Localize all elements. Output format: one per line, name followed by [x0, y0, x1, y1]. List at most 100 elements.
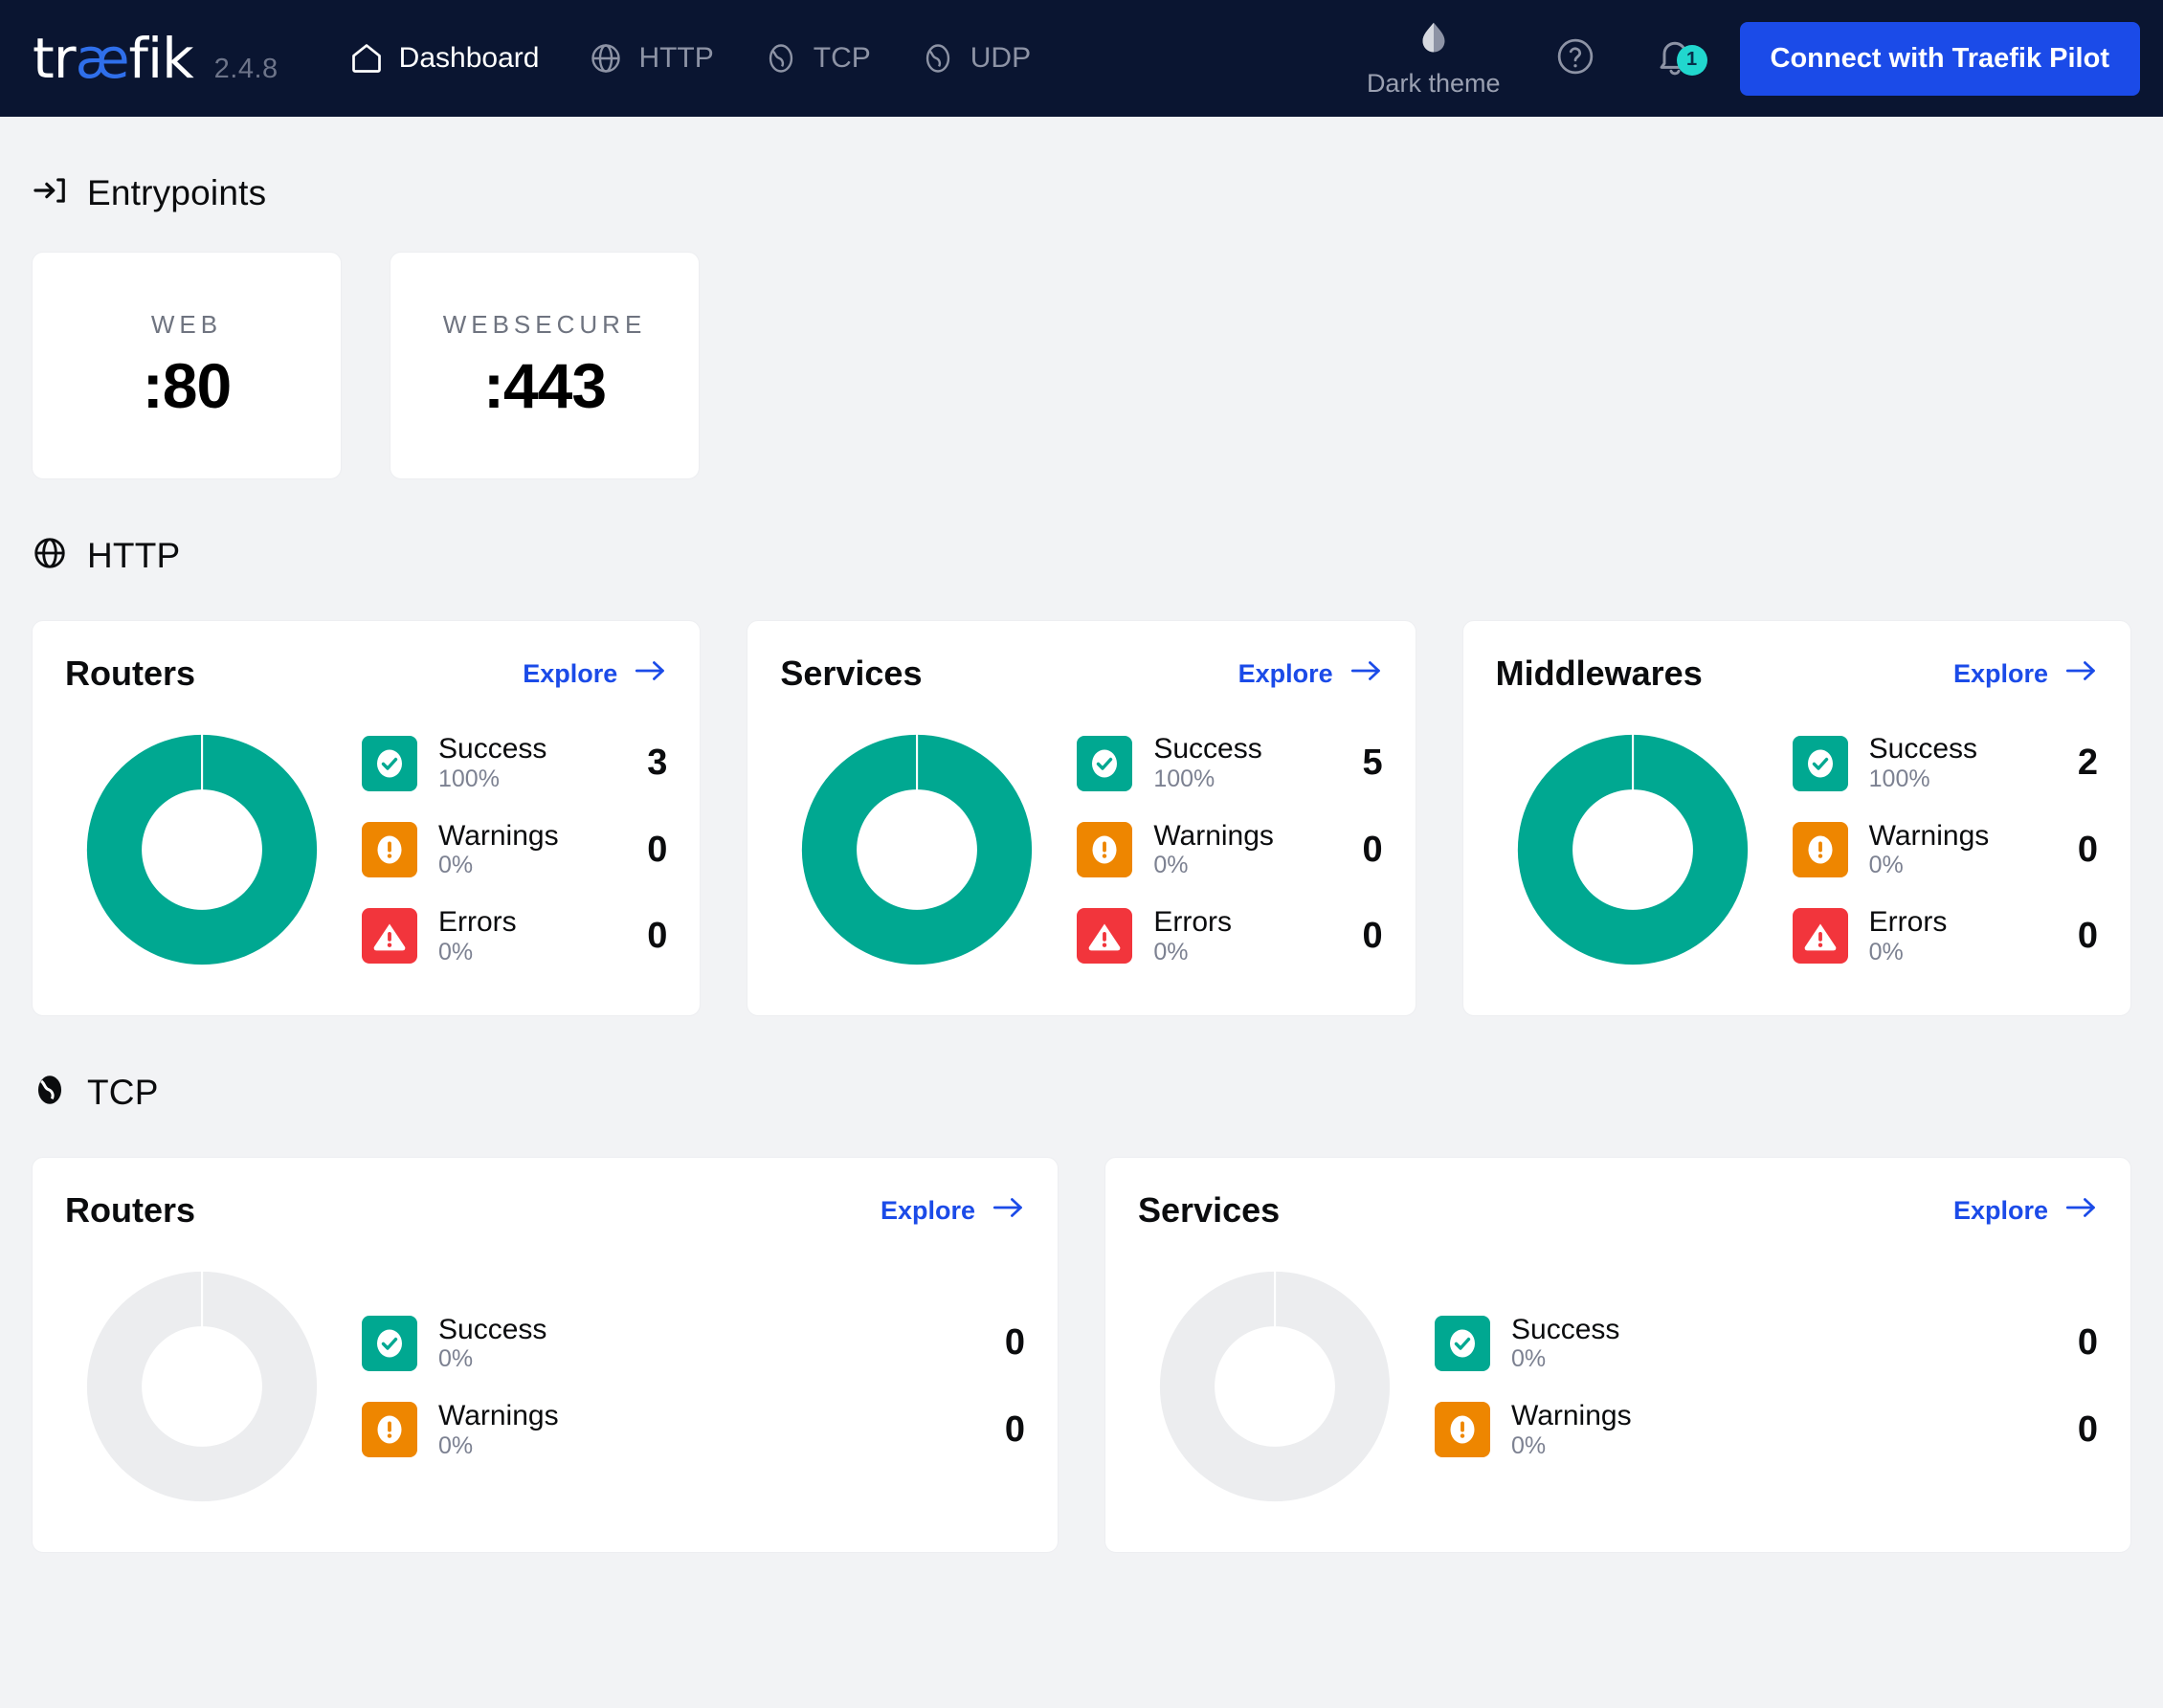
- legend-row-errors: Errors 0% 0: [1077, 906, 1383, 965]
- legend-row-warnings: Warnings 0% 0: [362, 820, 667, 879]
- legend-row-success: Success 100% 3: [362, 733, 667, 792]
- legend-text: Success 0%: [1511, 1314, 2039, 1373]
- card-header: Services Explore: [1138, 1190, 2098, 1231]
- notifications-button[interactable]: 1: [1625, 35, 1725, 82]
- chart-legend: Success 100% 5 Warnings 0% 0 Errors 0% 0: [1054, 733, 1383, 965]
- legend-row-success: Success 100% 2: [1792, 733, 2098, 792]
- enter-arrow-icon: [32, 172, 68, 213]
- arrow-right-icon: [2065, 1195, 2098, 1227]
- warning-exclamation-icon: [1077, 822, 1133, 877]
- entrypoint-card-web[interactable]: WEB :80: [32, 252, 342, 479]
- explore-link[interactable]: Explore: [1953, 658, 2098, 690]
- legend-label: Success: [438, 733, 547, 765]
- legend-text: Warnings 0%: [438, 820, 608, 879]
- legend-text: Warnings 0%: [1511, 1400, 2039, 1459]
- section-header-tcp: TCP: [32, 1072, 2131, 1113]
- card-title: Routers: [65, 1190, 196, 1230]
- section-title-http: HTTP: [87, 535, 181, 575]
- explore-link[interactable]: Explore: [523, 658, 667, 690]
- card-body: Success 0% 0 Warnings 0% 0: [65, 1250, 1025, 1523]
- card-title: Services: [780, 654, 923, 693]
- legend-text: Warnings 0%: [1153, 820, 1323, 879]
- donut-chart: [1138, 1250, 1412, 1523]
- warning-exclamation-icon: [1435, 1402, 1490, 1458]
- legend-row-success: Success 0% 0: [1435, 1314, 2098, 1373]
- card-title: Services: [1138, 1190, 1281, 1230]
- section-title-tcp: TCP: [87, 1072, 159, 1112]
- legend-percentage: 0%: [1153, 852, 1189, 879]
- success-check-icon: [1435, 1315, 1490, 1371]
- legend-text: Errors 0%: [1153, 906, 1323, 965]
- entrypoint-name: WEB: [150, 309, 223, 339]
- card-header: Routers Explore: [65, 654, 667, 694]
- help-button[interactable]: [1526, 35, 1625, 82]
- globe-icon: [32, 535, 68, 576]
- entrypoint-card-websecure[interactable]: WEBSECURE :443: [390, 252, 700, 479]
- legend-value: 0: [2077, 915, 2098, 956]
- legend-label: Success: [438, 1313, 547, 1345]
- legend-label: Warnings: [1511, 1400, 1632, 1431]
- traefik-logo[interactable]: træfik: [33, 31, 194, 86]
- version-label: 2.4.8: [213, 54, 279, 84]
- stat-card-tcp-routers: Routers Explore Success 0% 0 Warnings 0%…: [32, 1157, 1059, 1553]
- chart-legend: Success 0% 0 Warnings 0% 0: [339, 1314, 1025, 1460]
- error-triangle-icon: [1792, 908, 1848, 965]
- legend-value: 0: [1004, 1322, 1025, 1364]
- logo-part-1: tr: [33, 26, 77, 91]
- warning-exclamation-icon: [1792, 822, 1848, 877]
- page-content: Entrypoints WEB :80 WEBSECURE :443 HTTP …: [0, 172, 2163, 1553]
- explore-label: Explore: [1952, 658, 2048, 688]
- explore-label: Explore: [880, 1195, 975, 1225]
- legend-value: 0: [1362, 829, 1383, 870]
- explore-link[interactable]: Explore: [1953, 1195, 2098, 1227]
- stat-card-http-middlewares: Middlewares Explore Success 100% 2 Warni…: [1461, 620, 2131, 1016]
- legend-text: Success 100%: [1869, 733, 2039, 792]
- chart-legend: Success 0% 0 Warnings 0% 0: [1412, 1314, 2098, 1460]
- legend-percentage: 0%: [438, 1431, 474, 1459]
- success-check-icon: [1077, 735, 1133, 791]
- globe-icon: [589, 41, 623, 76]
- nav-item-udp[interactable]: UDP: [896, 0, 1056, 117]
- brand[interactable]: træfik 2.4.8: [33, 31, 279, 86]
- nav-item-dashboard[interactable]: Dashboard: [324, 0, 565, 117]
- nav-item-tcp[interactable]: TCP: [739, 0, 896, 117]
- udp-globe-icon: [921, 41, 955, 76]
- legend-label: Warnings: [1868, 819, 1990, 852]
- home-icon: [349, 41, 384, 76]
- entrypoint-name: WEBSECURE: [442, 309, 647, 339]
- contrast-drop-icon: [1412, 18, 1456, 67]
- stat-card-http-services: Services Explore Success 100% 5 Warnings…: [747, 620, 1416, 1016]
- nav-item-http[interactable]: HTTP: [564, 0, 738, 117]
- top-navbar: træfik 2.4.8 Dashboard HTTP TCP UDP Dark…: [0, 0, 2163, 117]
- legend-percentage: 0%: [1511, 1431, 1547, 1459]
- legend-text: Success 100%: [1153, 733, 1323, 792]
- chart-legend: Success 100% 2 Warnings 0% 0 Errors 0% 0: [1770, 733, 2098, 965]
- entrypoint-port: :443: [482, 349, 607, 421]
- legend-percentage: 100%: [438, 765, 500, 793]
- card-body: Success 0% 0 Warnings 0% 0: [1138, 1250, 2098, 1523]
- legend-text: Success 100%: [438, 733, 608, 792]
- legend-percentage: 0%: [1868, 938, 1904, 965]
- success-check-icon: [362, 735, 417, 791]
- nav-item-udp-label: UDP: [970, 42, 1032, 74]
- arrow-right-icon: [2065, 658, 2098, 690]
- card-title: Routers: [65, 654, 196, 693]
- arrow-right-icon: [635, 658, 667, 690]
- legend-text: Success 0%: [438, 1314, 966, 1373]
- dark-theme-toggle[interactable]: Dark theme: [1342, 18, 1526, 99]
- legend-row-warnings: Warnings 0% 0: [1792, 819, 2098, 879]
- legend-text: Warnings 0%: [438, 1400, 966, 1459]
- stat-card-tcp-services: Services Explore Success 0% 0 Warnings 0…: [1104, 1157, 2131, 1553]
- explore-label: Explore: [523, 658, 618, 688]
- arrow-right-icon: [992, 1195, 1025, 1227]
- legend-value: 2: [2077, 743, 2098, 784]
- legend-label: Success: [1868, 733, 1978, 765]
- legend-label: Success: [1511, 1313, 1620, 1345]
- legend-percentage: 100%: [1153, 765, 1215, 793]
- nav-item-http-label: HTTP: [638, 42, 714, 74]
- legend-text: Errors 0%: [438, 906, 608, 965]
- explore-link[interactable]: Explore: [881, 1195, 1025, 1227]
- connect-traefik-pilot-button[interactable]: Connect with Traefik Pilot: [1739, 21, 2140, 96]
- explore-link[interactable]: Explore: [1238, 658, 1383, 690]
- card-header: Middlewares Explore: [1496, 654, 2098, 694]
